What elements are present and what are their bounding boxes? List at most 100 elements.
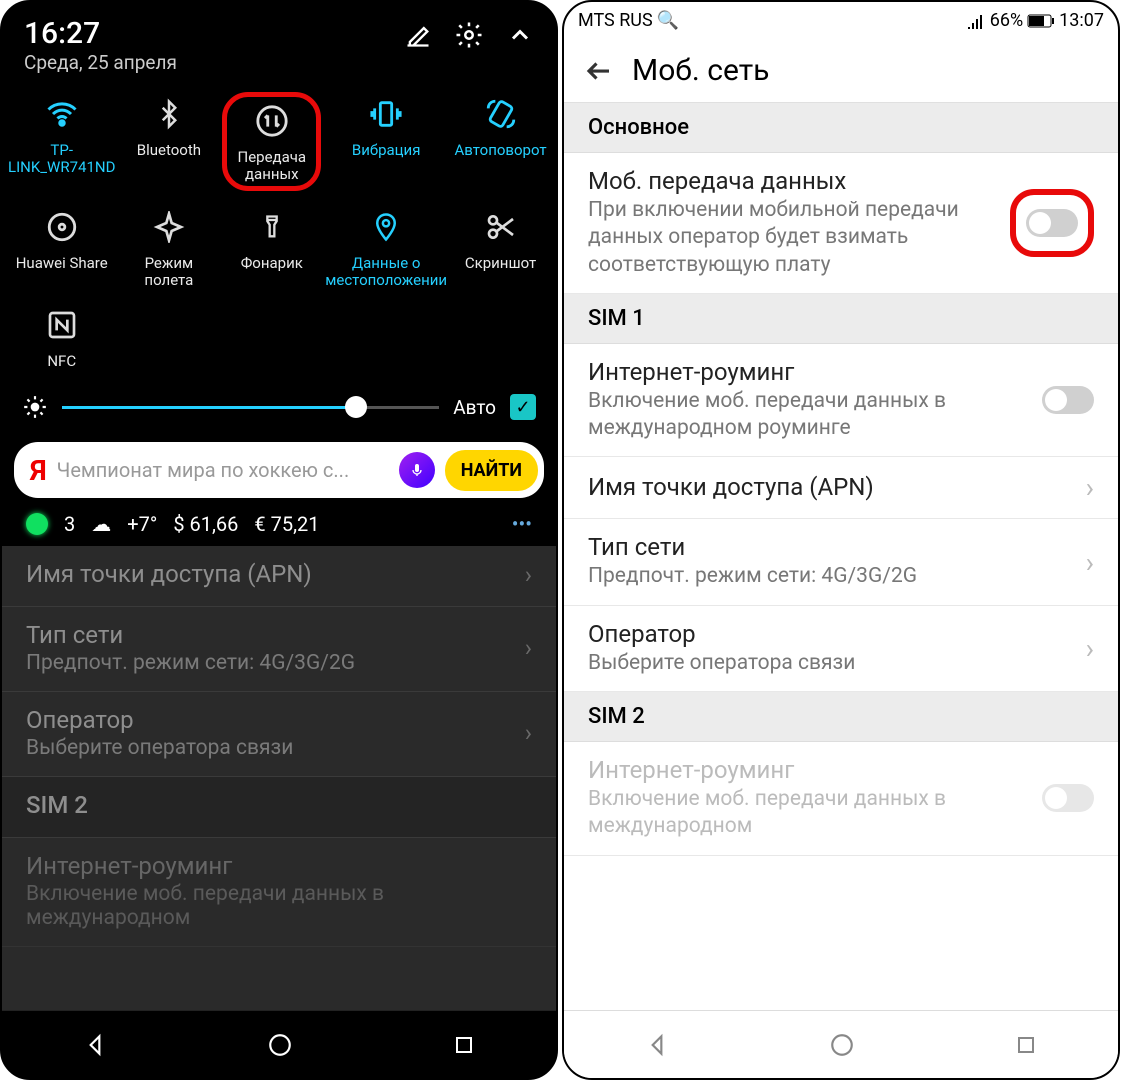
row-title: Имя точки доступа (APN) — [588, 473, 1074, 501]
tile-label: Фонарик — [241, 255, 303, 272]
home-icon[interactable] — [267, 1032, 293, 1058]
row-title: Моб. передача данных — [588, 167, 998, 195]
search-icon: 🔍 — [657, 10, 679, 31]
carrier: MTS RUS — [578, 10, 653, 31]
highlight-ring — [1010, 189, 1094, 257]
row-title: Интернет-роуминг — [588, 756, 1030, 784]
tile-huawei-share[interactable]: Huawei Share — [6, 201, 117, 294]
toggle-roaming[interactable] — [1042, 386, 1094, 414]
nfc-icon — [46, 303, 78, 347]
gear-icon[interactable] — [454, 20, 484, 50]
row-title: Тип сети — [588, 533, 1074, 561]
app-bar: Моб. сеть — [564, 35, 1118, 103]
edit-icon[interactable] — [404, 21, 432, 49]
tile-label: TP-LINK_WR741ND — [8, 142, 115, 177]
tile-bluetooth[interactable]: Bluetooth — [117, 88, 220, 195]
cloud-icon: ☁ — [91, 512, 111, 536]
tile-flashlight[interactable]: Фонарик — [220, 201, 323, 294]
home-icon[interactable] — [829, 1032, 855, 1058]
tile-location[interactable]: Данные о местоположении — [323, 201, 449, 294]
tile-label: Вибрация — [352, 142, 421, 159]
phone-quick-settings: 16:27 Среда, 25 апреля TP-LINK_WR741ND B… — [0, 0, 558, 1080]
chevron-right-icon: › — [525, 561, 532, 589]
row-roaming-disabled: Интернет-роумингВключение моб. передачи … — [2, 838, 556, 947]
nav-bar — [564, 1010, 1118, 1078]
row-title: Тип сети — [26, 621, 515, 649]
row-mobile-data[interactable]: Моб. передача данных При включении мобил… — [564, 153, 1118, 294]
chevron-right-icon: › — [1086, 632, 1094, 665]
airplane-icon — [153, 205, 185, 249]
back-arrow-icon[interactable] — [584, 56, 614, 86]
flashlight-icon — [258, 205, 286, 249]
info-ticker[interactable]: 3 ☁+7° $ 61,66 € 75,21 ••• — [2, 502, 556, 546]
auto-checkbox[interactable]: ✓ — [510, 394, 536, 420]
row-subtitle: Включение моб. передачи данных в междуна… — [588, 388, 1030, 443]
battery-pct: 66% — [990, 10, 1023, 31]
notif-count: 3 — [64, 512, 75, 536]
background-settings: Имя точки доступа (APN) › Тип сетиПредпоч… — [2, 546, 556, 1010]
collapse-icon[interactable] — [506, 21, 534, 49]
row-subtitle: Выберите оператора связи — [588, 650, 1074, 677]
row-title: Оператор — [588, 620, 1074, 648]
row-operator[interactable]: Оператор Выберите оператора связи › — [564, 606, 1118, 692]
recents-icon[interactable] — [452, 1033, 476, 1057]
row-subtitle: Включение моб. передачи данных в междуна… — [588, 786, 1030, 841]
brightness-row: Авто ✓ — [2, 382, 556, 432]
row-subtitle: Включение моб. передачи данных в междуна… — [26, 882, 532, 930]
brightness-slider[interactable] — [62, 406, 439, 409]
section-sim1: SIM 1 — [564, 294, 1118, 344]
row-apn[interactable]: Имя точки доступа (APN) › — [564, 457, 1118, 519]
scissors-icon — [485, 205, 517, 249]
back-icon[interactable] — [82, 1032, 108, 1058]
tile-autorotate[interactable]: Автоповорот — [449, 88, 552, 195]
status-bar: MTS RUS🔍 66% 13:07 — [564, 2, 1118, 35]
section-main: Основное — [564, 103, 1118, 153]
share-icon — [45, 205, 79, 249]
tile-data-transfer[interactable]: Передача данных — [220, 88, 323, 195]
tile-label: Передача данных — [238, 148, 307, 183]
voice-icon[interactable] — [399, 452, 435, 488]
yandex-search[interactable]: Я Чемпионат мира по хоккею с... НАЙТИ — [14, 442, 544, 498]
phone-settings: MTS RUS🔍 66% 13:07 Моб. сеть Основное Мо… — [562, 0, 1120, 1080]
auto-label: Авто — [453, 396, 496, 419]
toggle-mobile-data[interactable] — [1026, 209, 1078, 237]
date: Среда, 25 апреля — [24, 51, 177, 74]
tile-nfc[interactable]: NFC — [6, 299, 117, 374]
nav-bar — [2, 1010, 556, 1078]
row-title: Интернет-роуминг — [588, 358, 1030, 386]
chevron-right-icon: › — [1086, 546, 1094, 579]
row-title: Имя точки доступа (APN) — [26, 560, 515, 588]
row-roaming[interactable]: Интернет-роуминг Включение моб. передачи… — [564, 344, 1118, 458]
tile-label: Скриншот — [465, 255, 536, 272]
more-icon[interactable]: ••• — [512, 512, 532, 536]
chevron-right-icon: › — [1086, 471, 1094, 504]
chevron-right-icon: › — [525, 719, 532, 747]
row-operator[interactable]: ОператорВыберите оператора связи› — [2, 692, 556, 777]
wifi-icon — [44, 92, 80, 136]
search-button[interactable]: НАЙТИ — [445, 450, 538, 491]
eur-rate: € 75,21 — [254, 512, 319, 536]
row-subtitle: При включении мобильной передачи данных … — [588, 197, 998, 279]
usd-rate: $ 61,66 — [173, 512, 238, 536]
data-icon — [229, 99, 314, 143]
toggle-roaming-sim2 — [1042, 784, 1094, 812]
row-apn[interactable]: Имя точки доступа (APN) › — [2, 546, 556, 607]
tile-label: Режим полета — [119, 255, 218, 290]
battery-icon — [1027, 14, 1055, 28]
section-sim2: SIM 2 — [2, 777, 556, 838]
row-subtitle: Предпочт. режим сети: 4G/3G/2G — [588, 563, 1074, 590]
settings-list: Основное Моб. передача данных При включе… — [564, 103, 1118, 1010]
chevron-right-icon: › — [525, 634, 532, 662]
row-subtitle: Предпочт. режим сети: 4G/3G/2G — [26, 651, 515, 675]
tile-wifi[interactable]: TP-LINK_WR741ND — [6, 88, 117, 195]
row-net-type[interactable]: Тип сетиПредпочт. режим сети: 4G/3G/2G › — [2, 607, 556, 692]
signal-icon — [966, 13, 986, 29]
tile-screenshot[interactable]: Скриншот — [449, 201, 552, 294]
section-title: SIM 2 — [26, 791, 532, 819]
tile-vibration[interactable]: Вибрация — [323, 88, 449, 195]
back-icon[interactable] — [644, 1032, 670, 1058]
search-input[interactable]: Чемпионат мира по хоккею с... — [57, 458, 389, 482]
recents-icon[interactable] — [1014, 1033, 1038, 1057]
tile-airplane[interactable]: Режим полета — [117, 201, 220, 294]
row-net-type[interactable]: Тип сети Предпочт. режим сети: 4G/3G/2G … — [564, 519, 1118, 605]
